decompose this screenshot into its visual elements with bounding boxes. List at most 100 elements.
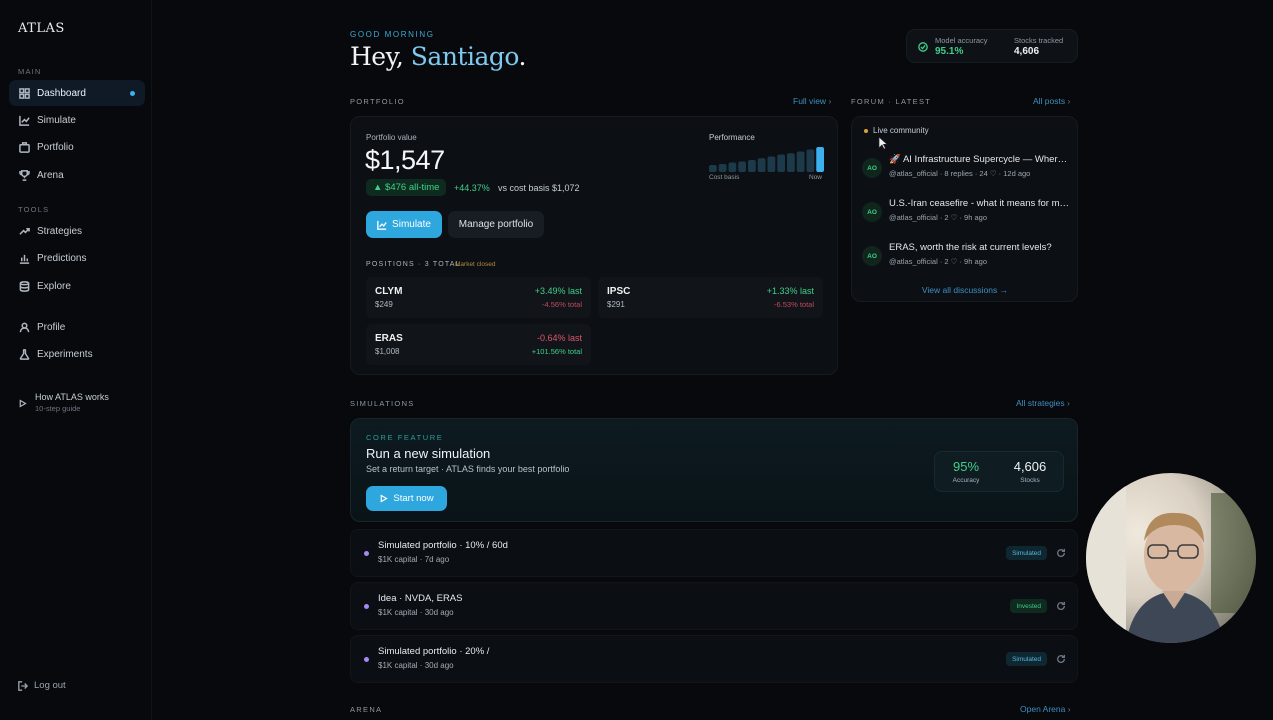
sidebar-item-simulate[interactable]: Simulate bbox=[9, 107, 145, 133]
full-view-label: Full view bbox=[793, 96, 827, 106]
view-all-discussions-link[interactable]: View all discussions → bbox=[852, 285, 1078, 295]
simulation-title: Simulated portfolio · 20% / bbox=[378, 646, 490, 657]
user-icon bbox=[19, 322, 30, 332]
accuracy-label: Model accuracy bbox=[935, 36, 988, 45]
performance-bar bbox=[777, 154, 785, 172]
simulation-row[interactable]: Simulated portfolio · 10% / 60d $1K capi… bbox=[350, 529, 1078, 577]
all-time-gain-badge: ▲ $476 all-time bbox=[366, 179, 447, 196]
all-posts-label: All posts bbox=[1033, 96, 1066, 106]
refresh-icon[interactable] bbox=[1056, 601, 1066, 611]
app-logo[interactable]: ATLAS bbox=[18, 21, 65, 36]
sidebar-item-predictions[interactable]: Predictions bbox=[9, 245, 145, 271]
perf-start-label: Cost basis bbox=[709, 174, 740, 181]
stats-summary: Model accuracy 95.1% Stocks tracked 4,60… bbox=[906, 29, 1078, 63]
refresh-icon[interactable] bbox=[1056, 548, 1066, 558]
cost-basis-text: vs cost basis $1,072 bbox=[498, 183, 580, 193]
bar-chart-icon bbox=[19, 254, 30, 264]
how-it-works-link[interactable]: How ATLAS works 10-step guide bbox=[18, 392, 109, 413]
performance-bar bbox=[816, 147, 824, 172]
performance-bar bbox=[806, 149, 815, 172]
manage-portfolio-button[interactable]: Manage portfolio bbox=[448, 211, 544, 238]
full-view-link[interactable]: Full view › bbox=[793, 96, 831, 106]
position-price: $1,008 bbox=[375, 347, 400, 356]
sidebar-item-arena[interactable]: Arena bbox=[9, 162, 145, 188]
post-meta: @atlas_official · 2 ♡ · 9h ago bbox=[889, 257, 987, 266]
status-badge: Simulated bbox=[1006, 546, 1047, 560]
sidebar-item-label: Profile bbox=[37, 321, 66, 333]
simulation-title: Idea · NVDA, ERAS bbox=[378, 593, 463, 604]
portfolio-card: Portfolio value $1,547 ▲ $476 all-time +… bbox=[350, 116, 838, 375]
sidebar-item-label: Simulate bbox=[37, 114, 76, 126]
forum-post[interactable]: AO U.S.-Iran ceasefire - what it means f… bbox=[862, 196, 1072, 230]
open-arena-label: Open Arena bbox=[1020, 704, 1066, 714]
simulate-button[interactable]: Simulate bbox=[366, 211, 442, 238]
market-status: Market closed bbox=[455, 261, 496, 268]
all-strategies-link[interactable]: All strategies › bbox=[1016, 398, 1070, 408]
position-price: $291 bbox=[607, 300, 625, 309]
sidebar-item-dashboard[interactable]: Dashboard bbox=[9, 80, 145, 106]
chevron-right-icon: › bbox=[1067, 96, 1071, 106]
status-dot bbox=[364, 657, 369, 662]
presenter-silhouette bbox=[1086, 473, 1256, 643]
simulate-button-label: Simulate bbox=[392, 219, 431, 230]
stocks-tracked-label: Stocks tracked bbox=[1014, 36, 1064, 45]
user-name: Santiago bbox=[410, 42, 519, 71]
logout-icon bbox=[18, 680, 28, 691]
stocks-tracked-value: 4,606 bbox=[1014, 46, 1040, 57]
simulation-row[interactable]: Simulated portfolio · 20% / $1K capital … bbox=[350, 635, 1078, 683]
position-card-ipsc[interactable]: IPSC $291 +1.33% last -6.53% total bbox=[598, 277, 823, 318]
open-arena-link[interactable]: Open Arena › bbox=[1020, 704, 1071, 714]
position-card-clym[interactable]: CLYM $249 +3.49% last -4.56% total bbox=[366, 277, 591, 318]
simulation-meta: $1K capital · 7d ago bbox=[378, 555, 450, 564]
post-meta: @atlas_official · 2 ♡ · 9h ago bbox=[889, 213, 987, 222]
post-title: ERAS, worth the risk at current levels? bbox=[889, 242, 1052, 253]
position-last-change: +1.33% last bbox=[766, 286, 814, 296]
sidebar-item-explore[interactable]: Explore bbox=[9, 273, 145, 299]
live-label: Live community bbox=[873, 126, 929, 135]
performance-bar bbox=[709, 165, 717, 172]
new-simulation-subtitle: Set a return target · ATLAS finds your b… bbox=[366, 464, 570, 474]
post-meta: @atlas_official · 8 replies · 24 ♡ · 12d… bbox=[889, 169, 1031, 178]
all-posts-link[interactable]: All posts › bbox=[1033, 96, 1070, 106]
simulation-row[interactable]: Idea · NVDA, ERAS $1K capital · 30d ago … bbox=[350, 582, 1078, 630]
sidebar-item-label: Strategies bbox=[37, 225, 83, 237]
position-total-change: -6.53% total bbox=[773, 300, 814, 309]
start-now-button[interactable]: Start now bbox=[366, 486, 447, 511]
position-ticker: ERAS bbox=[375, 333, 403, 344]
start-now-label: Start now bbox=[393, 493, 434, 504]
position-ticker: CLYM bbox=[375, 286, 403, 297]
play-icon bbox=[19, 399, 27, 408]
performance-bar bbox=[718, 164, 727, 172]
position-total-change: -4.56% total bbox=[541, 300, 582, 309]
sidebar-item-profile[interactable]: Profile bbox=[9, 314, 145, 340]
portfolio-value: $1,547 bbox=[365, 145, 445, 175]
performance-bar bbox=[767, 156, 776, 172]
performance-bar bbox=[748, 160, 756, 172]
logout-button[interactable]: Log out bbox=[18, 680, 66, 691]
avatar: AO bbox=[862, 246, 882, 266]
sidebar-item-label: Arena bbox=[37, 169, 64, 181]
position-card-eras[interactable]: ERAS $1,008 -0.64% last +101.56% total bbox=[366, 324, 591, 365]
grid-icon bbox=[19, 87, 30, 99]
position-last-change: -0.64% last bbox=[536, 333, 582, 343]
forum-post[interactable]: AO ERAS, worth the risk at current level… bbox=[862, 240, 1072, 274]
kpi-accuracy-value: 95% bbox=[952, 459, 980, 474]
new-simulation-card: CORE FEATURE Run a new simulation Set a … bbox=[350, 418, 1078, 522]
performance-bar bbox=[757, 158, 766, 172]
forum-post[interactable]: AO 🚀 AI Infrastructure Supercycle — Wher… bbox=[862, 152, 1072, 186]
avatar: AO bbox=[862, 202, 882, 222]
page-title: Hey, Santiago. bbox=[350, 42, 526, 71]
trophy-icon bbox=[19, 169, 30, 181]
briefcase-icon bbox=[19, 141, 30, 153]
sidebar-item-portfolio[interactable]: Portfolio bbox=[9, 134, 145, 160]
portfolio-value-label: Portfolio value bbox=[366, 133, 417, 142]
sidebar-item-experiments[interactable]: Experiments bbox=[9, 341, 145, 367]
simulation-meta: $1K capital · 30d ago bbox=[378, 608, 454, 617]
refresh-icon[interactable] bbox=[1056, 654, 1066, 664]
gain-percent: +44.37% bbox=[454, 183, 490, 193]
kpi-stocks-label: Stocks bbox=[1020, 477, 1040, 484]
simulations-section-title: SIMULATIONS bbox=[350, 399, 415, 408]
sidebar-item-strategies[interactable]: Strategies bbox=[9, 218, 145, 244]
section-label-tools: TOOLS bbox=[18, 205, 50, 214]
live-dot bbox=[864, 128, 868, 133]
